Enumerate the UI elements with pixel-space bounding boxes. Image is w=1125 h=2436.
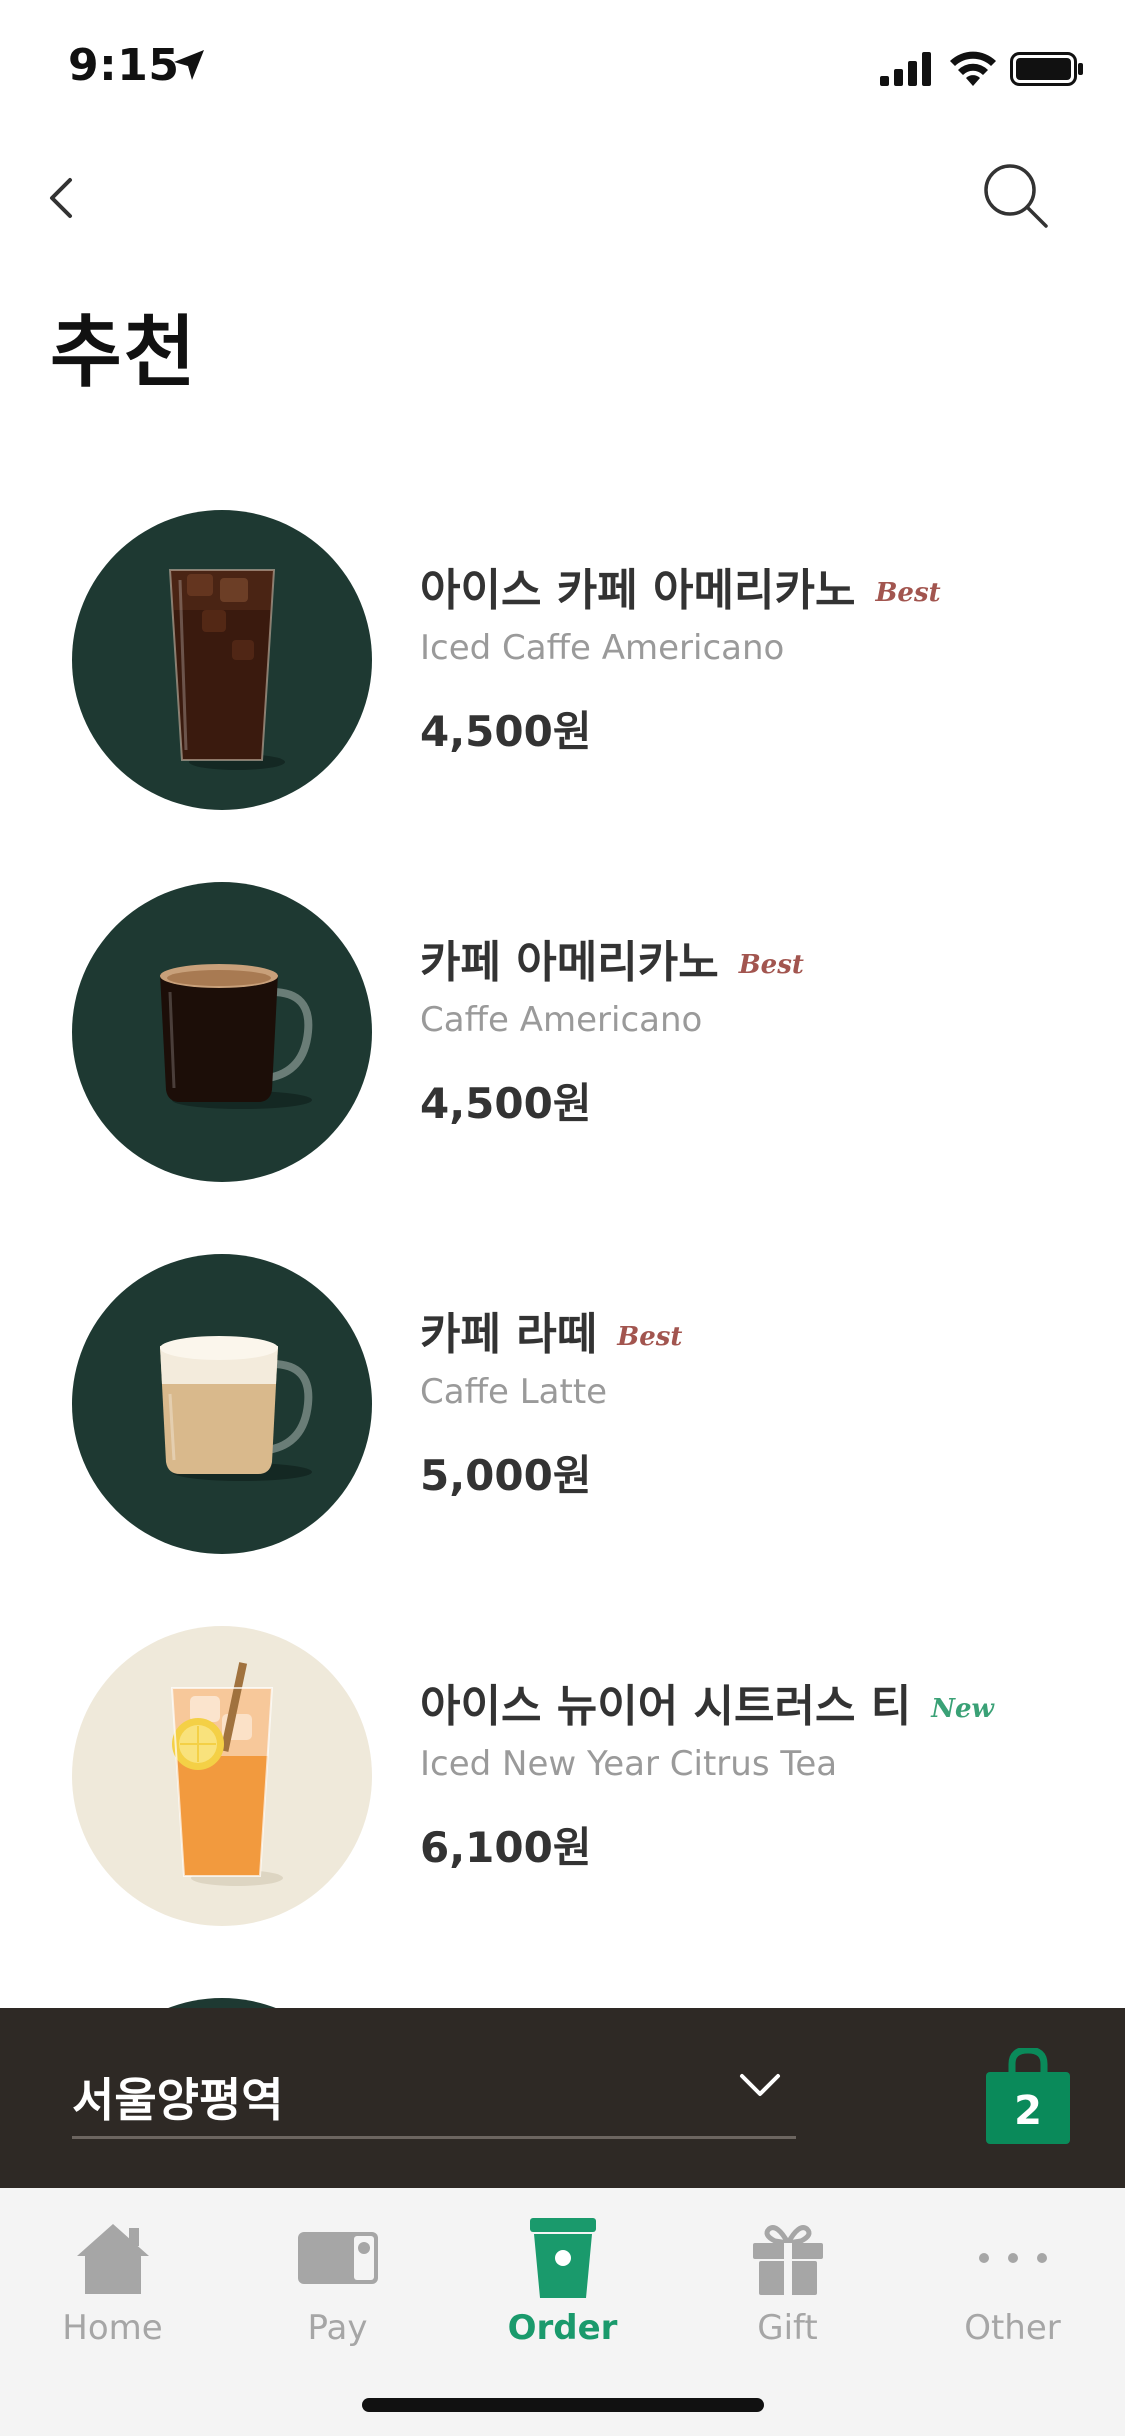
chevron-down-icon[interactable] xyxy=(736,2068,784,2104)
home-icon xyxy=(76,2224,149,2294)
page-title: 추천 xyxy=(50,308,198,398)
wifi-icon xyxy=(950,51,996,86)
status-bar: 9:15 xyxy=(0,0,1125,140)
cellular-signal-icon xyxy=(880,52,931,86)
menu-item-image xyxy=(72,1626,372,1926)
store-selector-bar: 서울양평역 2 xyxy=(0,2008,1125,2188)
tab-other[interactable]: Other xyxy=(900,2208,1125,2358)
menu-item-image xyxy=(72,510,372,810)
best-badge: Best xyxy=(617,1322,683,1352)
location-arrow-icon xyxy=(174,50,204,80)
cart-count: 2 xyxy=(1014,2088,1042,2134)
menu-item-name-text: 아이스 뉴이어 시트러스 티 xyxy=(420,1681,912,1732)
menu-item-name-text: 카페 라떼 xyxy=(420,1309,598,1360)
back-button[interactable] xyxy=(40,168,84,228)
tab-label: Gift xyxy=(757,2308,818,2348)
best-badge: Best xyxy=(738,950,804,980)
more-icon xyxy=(978,2253,1047,2263)
menu-item-name: 카페 라떼 Best xyxy=(420,1298,682,1362)
menu-item-english-name: Iced New Year Citrus Tea xyxy=(420,1744,838,1784)
tab-label: Pay xyxy=(307,2308,368,2348)
gift-icon xyxy=(752,2225,823,2295)
menu-item-name: 아이스 뉴이어 시트러스 티 New xyxy=(420,1670,994,1734)
tab-label: Other xyxy=(964,2308,1061,2348)
menu-item[interactable]: 아이스 뉴이어 시트러스 티 New Iced New Year Citrus T… xyxy=(0,1626,1125,1946)
tab-pay[interactable]: Pay xyxy=(225,2208,450,2358)
menu-item-english-name: Iced Caffe Americano xyxy=(420,628,785,668)
best-badge: Best xyxy=(875,578,941,608)
tab-label: Home xyxy=(62,2308,163,2348)
store-name[interactable]: 서울양평역 xyxy=(72,2064,284,2130)
menu-item[interactable]: 카페 아메리카노 Best Caffe Americano 4,500원 xyxy=(0,882,1125,1202)
menu-item-image xyxy=(72,882,372,1182)
tab-order[interactable]: Order xyxy=(450,2208,675,2358)
menu-item-name-text: 카페 아메리카노 xyxy=(420,937,719,988)
battery-icon xyxy=(1010,52,1083,86)
menu-item-image xyxy=(72,1254,372,1554)
menu-item-name: 아이스 카페 아메리카노 Best xyxy=(420,554,941,618)
tab-gift[interactable]: Gift xyxy=(675,2208,900,2358)
card-icon xyxy=(297,2232,378,2284)
menu-item-price: 4,500원 xyxy=(420,707,592,756)
new-badge: New xyxy=(931,1694,994,1724)
home-indicator[interactable] xyxy=(362,2398,764,2412)
store-underline xyxy=(72,2136,796,2139)
menu-item-price: 5,000원 xyxy=(420,1451,592,1500)
menu-item-price: 4,500원 xyxy=(420,1079,592,1128)
cup-icon xyxy=(529,2218,596,2298)
status-time: 9:15 xyxy=(68,40,180,91)
menu-item-name: 카페 아메리카노 Best xyxy=(420,926,804,990)
tab-label: Order xyxy=(507,2308,618,2348)
menu-item[interactable]: 아이스 카페 아메리카노 Best Iced Caffe Americano 4,… xyxy=(0,510,1125,830)
menu-item-name-text: 아이스 카페 아메리카노 xyxy=(420,565,856,616)
cart-button[interactable]: 2 xyxy=(984,2046,1072,2146)
menu-item[interactable]: 카페 라떼 Best Caffe Latte 5,000원 xyxy=(0,1254,1125,1574)
menu-item-english-name: Caffe Americano xyxy=(420,1000,703,1040)
search-icon[interactable] xyxy=(980,160,1052,232)
tab-home[interactable]: Home xyxy=(0,2208,225,2358)
menu-item-price: 6,100원 xyxy=(420,1823,592,1872)
menu-item-english-name: Caffe Latte xyxy=(420,1372,608,1412)
